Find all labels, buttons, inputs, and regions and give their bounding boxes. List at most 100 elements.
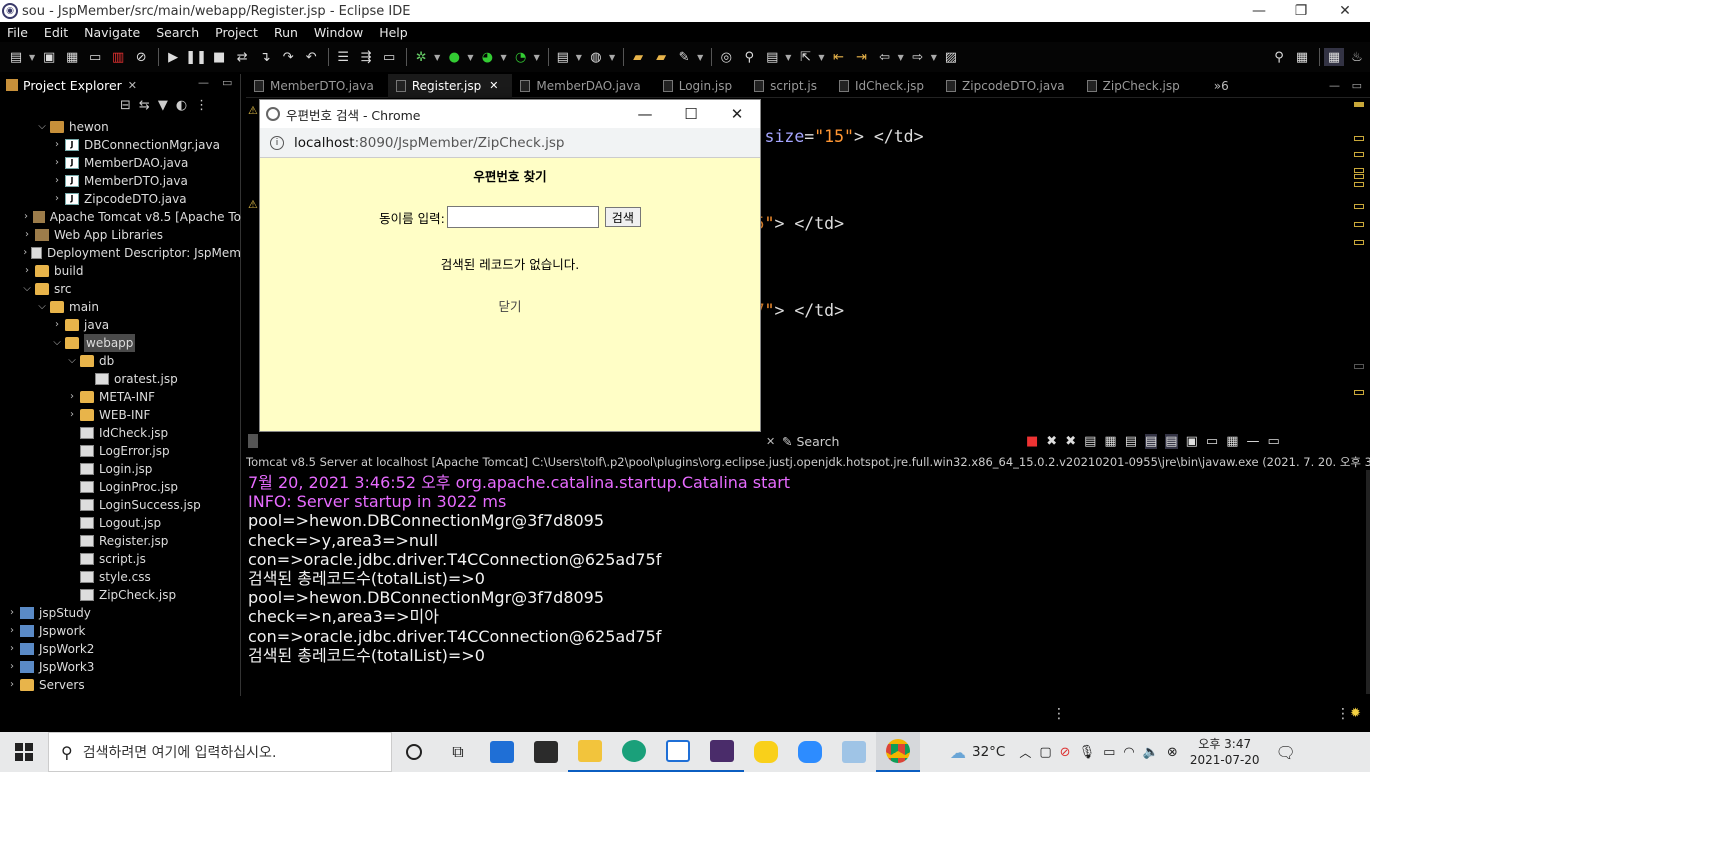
notes-app-icon[interactable] <box>832 732 876 772</box>
collapsed-arrow-icon[interactable]: › <box>6 658 18 676</box>
tray-blocked-icon[interactable]: ⊘ <box>1060 745 1071 760</box>
new-icon[interactable]: ▤ <box>6 48 26 66</box>
step-into-icon[interactable]: ↴ <box>255 48 275 66</box>
use-step-filters-icon[interactable]: ☰ <box>333 48 353 66</box>
expanded-arrow-icon[interactable]: ⌵ <box>36 298 48 316</box>
tree-item[interactable]: ⌵ hewon <box>0 118 241 136</box>
open-console-icon[interactable]: ▭ <box>379 48 399 66</box>
console-output[interactable]: 7월 20, 2021 3:46:52 오후 org.apache.catali… <box>248 473 1368 665</box>
save-all-icon[interactable]: ▦ <box>62 48 82 66</box>
step-over-icon[interactable]: ↷ <box>278 48 298 66</box>
status-menu-icon[interactable]: ⋮ <box>1052 706 1066 722</box>
editor-tab[interactable]: ZipcodeDTO.java <box>938 74 1079 98</box>
link-with-editor-icon[interactable]: ⇆ <box>139 98 150 118</box>
eclipse-taskbar-icon[interactable] <box>700 732 744 772</box>
word-wrap-icon[interactable]: ▤ <box>1125 434 1137 449</box>
last-edit-icon[interactable]: ⇱ <box>795 48 815 66</box>
expanded-arrow-icon[interactable]: ⌵ <box>21 280 33 298</box>
back-icon[interactable]: ⇦ <box>875 48 895 66</box>
menu-file[interactable]: File <box>0 25 37 40</box>
maximize-icon[interactable]: ☐ <box>668 100 714 128</box>
taskbar-search-box[interactable]: ⚲ 검색하려면 여기에 입력하십시오. <box>48 732 392 772</box>
editor-tab[interactable]: Login.jsp <box>655 74 746 98</box>
minimize-icon[interactable]: — <box>1236 0 1282 22</box>
start-button[interactable] <box>0 732 48 772</box>
step-return-icon[interactable]: ↶ <box>301 48 321 66</box>
collapsed-arrow-icon[interactable]: › <box>66 388 78 406</box>
tree-item[interactable]: ⌵ db <box>0 352 241 370</box>
show-on-stdout-icon[interactable]: ▤ <box>1145 433 1158 449</box>
editor-tab[interactable]: IdCheck.jsp <box>831 74 938 98</box>
tree-item[interactable]: LogError.jsp <box>0 442 241 460</box>
tree-item[interactable]: LoginProc.jsp <box>0 478 241 496</box>
tree-item[interactable]: › J ZipcodeDTO.java <box>0 190 241 208</box>
tree-item[interactable]: › J MemberDTO.java <box>0 172 241 190</box>
new-java-project-icon[interactable]: ▤ <box>553 48 573 66</box>
resume-icon[interactable]: ▶ <box>163 48 183 66</box>
collapsed-arrow-icon[interactable]: › <box>6 622 18 640</box>
collapsed-arrow-icon[interactable]: › <box>51 136 63 154</box>
tree-item[interactable]: › WEB-INF <box>0 406 241 424</box>
tree-item[interactable]: › Jspwork <box>0 622 241 640</box>
collapsed-arrow-icon[interactable]: › <box>21 226 33 244</box>
tree-item[interactable]: oratest.jsp <box>0 370 241 388</box>
java-perspective-icon[interactable]: ♨ <box>1347 48 1367 66</box>
terminate-icon[interactable]: ■ <box>209 48 229 66</box>
microphone-icon[interactable]: 🎙 <box>1079 745 1096 760</box>
open-type-icon[interactable]: ▰ <box>628 48 648 66</box>
menu-project[interactable]: Project <box>208 25 267 40</box>
server-icon[interactable]: ▥ <box>108 48 128 66</box>
tree-item[interactable]: ⌵ src <box>0 280 241 298</box>
tree-item[interactable]: ZipCheck.jsp <box>0 586 241 604</box>
site-info-icon[interactable]: i <box>270 135 284 150</box>
minimize-view-icon[interactable]: — <box>1329 79 1340 92</box>
remove-all-launches-icon[interactable]: ✖ <box>1065 434 1076 449</box>
tree-item[interactable]: Register.jsp <box>0 532 241 550</box>
clear-console-icon[interactable]: ▤ <box>1084 434 1096 449</box>
show-on-stderr-icon[interactable]: ▤ <box>1165 433 1178 449</box>
display-console-icon[interactable]: ▭ <box>1206 434 1218 449</box>
menu-navigate[interactable]: Navigate <box>77 25 149 40</box>
tree-item[interactable]: ⌵ webapp <box>0 334 241 352</box>
editor-tab[interactable]: MemberDAO.java <box>512 74 654 98</box>
tree-item[interactable]: › META-INF <box>0 388 241 406</box>
remove-launch-icon[interactable]: ✖ <box>1046 434 1057 449</box>
external-tools-icon[interactable]: ◔ <box>511 48 531 66</box>
mail-icon[interactable] <box>480 732 524 772</box>
tree-item[interactable]: › Apache Tomcat v8.5 [Apache To <box>0 208 241 226</box>
show-hidden-icons-icon[interactable]: ︿ <box>1019 744 1031 761</box>
search-button[interactable]: 검색 <box>604 207 641 227</box>
notepad-app-icon[interactable] <box>656 732 700 772</box>
expanded-arrow-icon[interactable]: ⌵ <box>66 352 78 370</box>
tree-item[interactable]: ⌵ main <box>0 298 241 316</box>
collapsed-arrow-icon[interactable]: › <box>51 172 63 190</box>
servers-tab-icon[interactable] <box>248 434 258 448</box>
web-browser-icon[interactable]: ◎ <box>716 48 736 66</box>
cortana-icon[interactable] <box>392 732 436 772</box>
terminal-icon[interactable]: ▭ <box>85 48 105 66</box>
close-tab-icon[interactable]: ✕ <box>489 79 498 92</box>
maximize-view-icon[interactable]: ▭ <box>222 76 232 89</box>
search-icon[interactable]: ⚲ <box>1269 48 1289 66</box>
filter-icon[interactable]: ▼ <box>158 98 168 118</box>
chrome-taskbar-icon[interactable] <box>876 732 920 772</box>
status-menu-icon[interactable]: ⋮ <box>1336 706 1350 722</box>
pin-console-icon[interactable]: ▣ <box>1186 434 1198 449</box>
battery-icon[interactable]: ▭ <box>1103 745 1115 760</box>
volume-icon[interactable]: 🔈 <box>1143 745 1159 760</box>
close-tab-icon[interactable]: ✕ <box>766 435 775 448</box>
collapsed-arrow-icon[interactable]: › <box>66 406 78 424</box>
collapsed-arrow-icon[interactable]: › <box>51 316 63 334</box>
tip-lightbulb-icon[interactable]: ✹ <box>1350 706 1361 721</box>
collapsed-arrow-icon[interactable]: › <box>51 190 63 208</box>
maximize-view-icon[interactable]: ▭ <box>1267 434 1279 449</box>
temperature[interactable]: 32°C <box>972 744 1005 760</box>
forward-icon[interactable]: ⇨ <box>908 48 928 66</box>
editor-tab[interactable]: MemberDTO.java <box>246 74 388 98</box>
menu-window[interactable]: Window <box>307 25 372 40</box>
search-tab[interactable]: ✎ Search <box>782 434 839 449</box>
tree-item[interactable]: IdCheck.jsp <box>0 424 241 442</box>
search-tool-icon[interactable]: ⚲ <box>739 48 759 66</box>
address-bar[interactable]: i localhost:8090/JspMember/ZipCheck.jsp <box>260 128 760 158</box>
tray-app-icon[interactable]: ▢ <box>1039 745 1051 760</box>
